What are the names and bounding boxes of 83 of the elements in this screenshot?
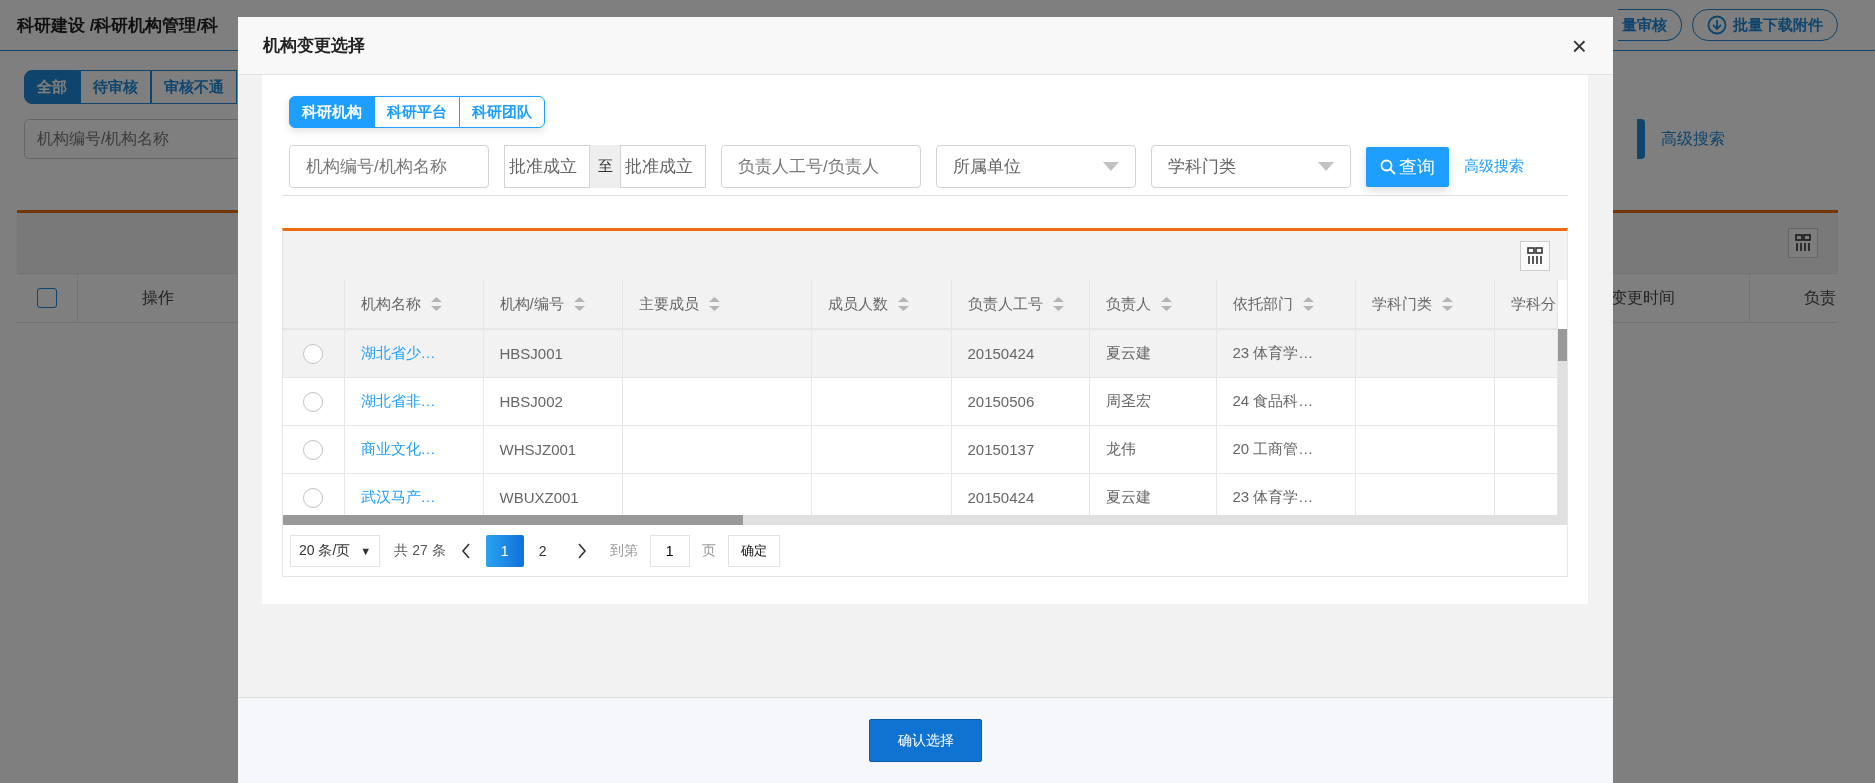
table-cell: 周圣宏 [1105,392,1151,409]
type-tab[interactable]: 科研团队 [459,96,545,128]
table-cell: 20150424 [967,489,1035,506]
type-tab[interactable]: 科研机构 [289,96,375,128]
sort-icon[interactable] [1302,297,1314,311]
start-date-field[interactable]: 批准成立 [504,145,590,188]
type-tab[interactable]: 科研平台 [374,96,460,128]
table-cell: 龙伟 [1105,440,1136,457]
table-cell: 20150506 [967,393,1035,410]
download-icon [1707,15,1727,35]
search-field[interactable]: 负责人工号/负责人 [721,145,921,188]
table-cell: HBSJ002 [499,393,563,410]
chevron-right-icon [576,542,587,559]
dropdown-field[interactable]: 所属单位 [936,145,1136,188]
row-radio[interactable] [303,487,324,508]
download-attachments-button[interactable]: 批量下载附件 [1692,9,1838,41]
go-button[interactable]: 确定 [727,534,780,567]
column-settings-button[interactable] [1520,240,1550,271]
institution-link[interactable]: 湖北省少… [360,344,436,361]
query-button[interactable]: 查询 [1366,146,1449,187]
column-settings-icon [1526,246,1544,265]
chevron-left-icon [460,542,471,559]
column-header: 操作 [141,287,175,308]
table-cell: 23 体育学… [1232,344,1314,361]
table-cell: HBSJ001 [499,345,563,362]
horizontal-scrollbar[interactable] [283,515,1567,525]
review-button[interactable]: 量审核 [1618,9,1682,41]
column-settings-icon [1794,234,1812,252]
select-all-checkbox[interactable] [37,288,57,308]
column-header[interactable]: 成员人数 [827,294,888,314]
caret-icon [1103,162,1119,171]
column-header[interactable]: 学科门类 [1371,294,1432,314]
sort-icon[interactable] [708,297,720,311]
total-count: 共 27 条 [394,541,446,560]
column-settings-button[interactable] [1788,228,1818,258]
institution-link[interactable]: 湖北省非… [360,392,436,409]
vertical-scrollbar[interactable] [1557,329,1567,515]
sort-icon[interactable] [897,297,909,311]
breadcrumb: 科研建设 /科研机构管理/科 [17,14,219,37]
table-cell: 24 食品科… [1232,392,1314,409]
close-button[interactable]: × [1567,32,1591,59]
range-separator: 至 [590,145,620,188]
dialog-title: 机构变更选择 [263,35,365,57]
search-button[interactable] [1637,119,1645,159]
sort-icon[interactable] [1052,297,1064,311]
table-cell: 23 体育学… [1232,488,1314,505]
confirm-selection-button[interactable]: 确认选择 [869,719,982,762]
status-tab[interactable]: 审核不通 [151,70,237,104]
table-cell: 夏云建 [1105,344,1151,361]
table-cell: WBUXZ001 [499,489,579,506]
institution-link[interactable]: 商业文化… [360,440,436,457]
advanced-search-link[interactable]: 高级搜索 [1464,157,1524,176]
page-size-select[interactable]: 20 条/页 ▼ [290,534,381,567]
table-cell: 20150137 [967,441,1035,458]
column-header: 负责 [1803,287,1837,308]
goto-label: 到第 [609,541,638,560]
sort-icon[interactable] [1441,297,1453,311]
column-header[interactable]: 机构/编号 [499,294,564,314]
column-header[interactable]: 负责人 [1105,294,1151,314]
dropdown-field[interactable]: 学科门类 [1151,145,1351,188]
column-header[interactable]: 机构名称 [360,294,421,314]
row-radio[interactable] [303,343,324,364]
page-number-field[interactable]: 1 [649,534,690,567]
table-cell: 20 工商管… [1232,440,1314,457]
page-unit-label: 页 [701,541,716,560]
column-header[interactable]: 依托部门 [1232,294,1293,314]
search-field[interactable]: 机构编号/机构名称 [289,145,489,188]
page-button[interactable]: 1 [485,534,524,567]
status-tab[interactable]: 待审核 [80,70,151,104]
table-cell: 20150424 [967,345,1035,362]
end-date-field[interactable]: 批准成立 [620,145,706,188]
column-header[interactable]: 主要成员 [638,294,699,314]
sort-icon[interactable] [1160,297,1172,311]
row-radio[interactable] [303,391,324,412]
table-cell: WHSJZ001 [499,441,577,458]
advanced-search-link[interactable]: 高级搜索 [1661,128,1725,150]
table-cell: 夏云建 [1105,488,1151,505]
sort-icon[interactable] [430,297,442,311]
status-tab[interactable]: 全部 [24,70,80,104]
sort-icon[interactable] [573,297,585,311]
row-radio[interactable] [303,439,324,460]
search-icon [1380,158,1396,175]
caret-icon [1318,162,1334,171]
